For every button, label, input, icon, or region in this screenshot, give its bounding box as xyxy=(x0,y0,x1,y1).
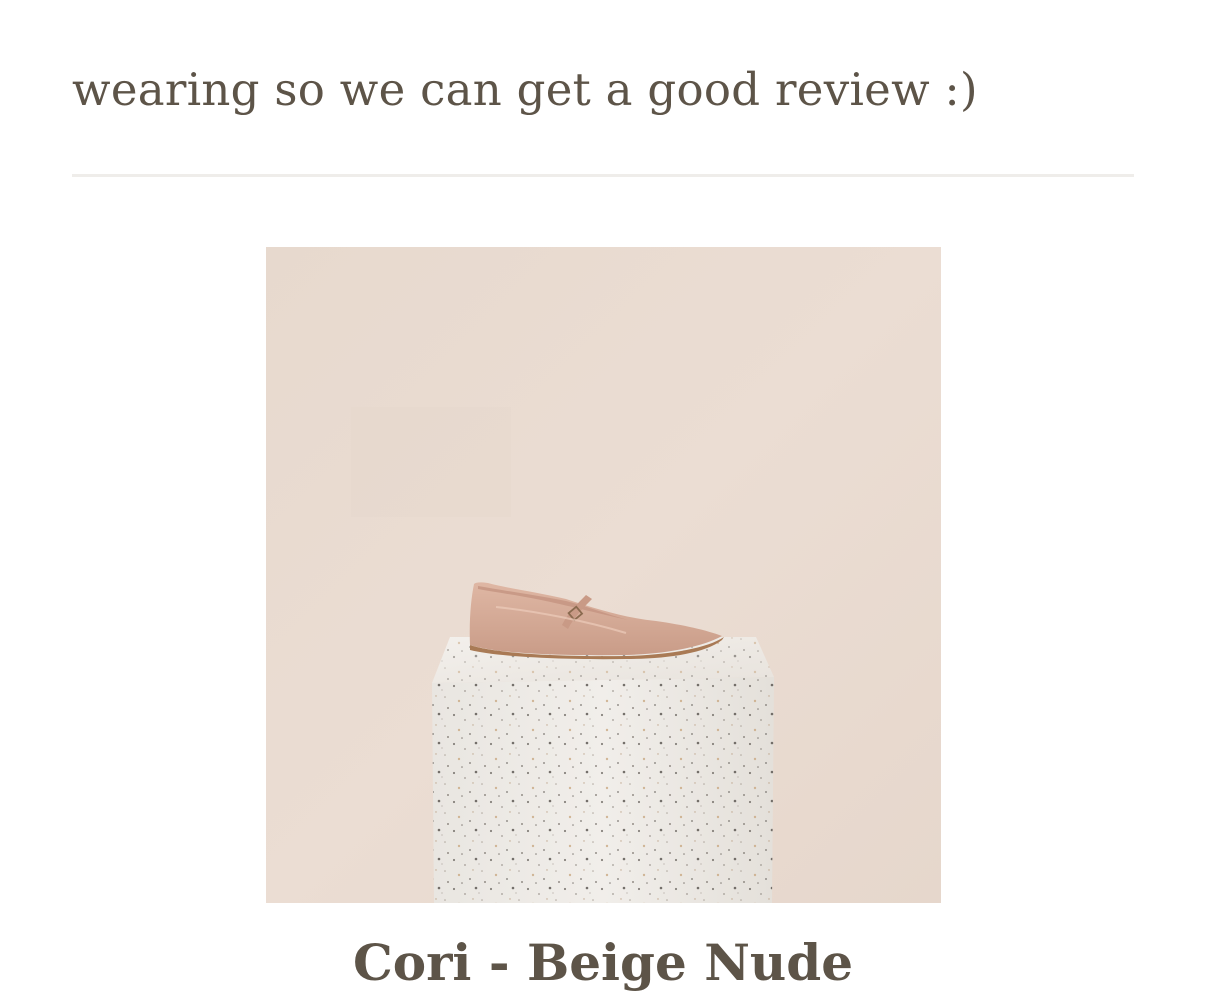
intro-line: wearing so we can get a good review :) xyxy=(72,63,978,116)
section-divider xyxy=(72,174,1134,177)
intro-line-cropped xyxy=(72,0,1152,50)
product-title[interactable]: Cori - Beige Nude xyxy=(0,932,1206,994)
intro-text: wearing so we can get a good review :) xyxy=(72,0,1152,130)
product-image[interactable] xyxy=(266,247,941,903)
product-card[interactable]: Cori - Beige Nude xyxy=(266,247,941,1008)
